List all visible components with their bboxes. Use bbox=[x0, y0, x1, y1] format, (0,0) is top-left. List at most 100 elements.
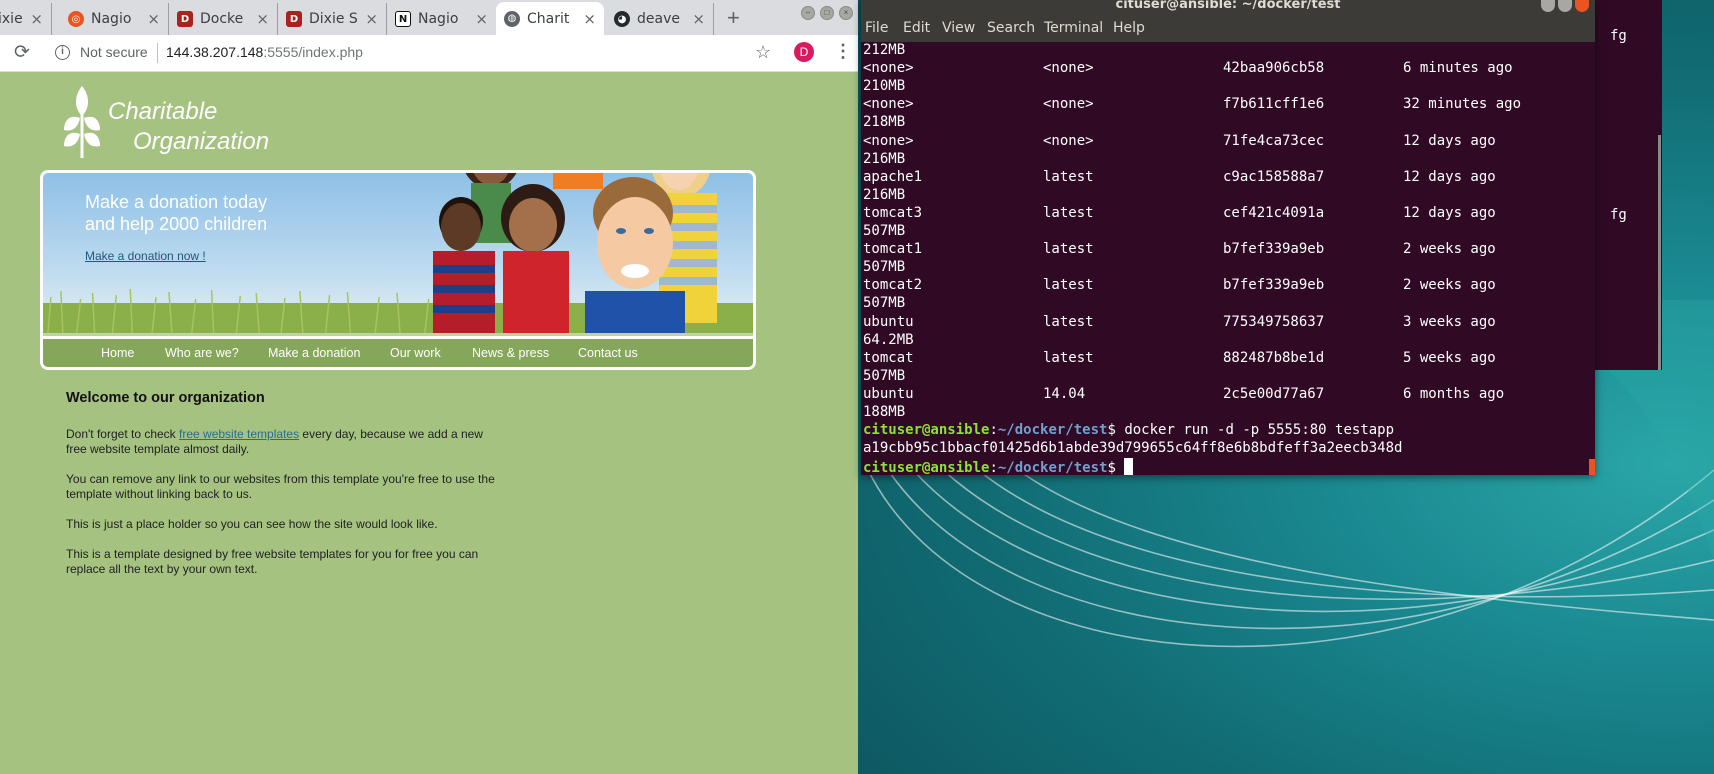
close-tab-icon[interactable]: × bbox=[692, 10, 705, 28]
browser-tab[interactable]: D Docke × bbox=[169, 3, 278, 35]
browser-tab[interactable]: ◎ Nagio × bbox=[60, 3, 169, 35]
logo-text[interactable]: Organization bbox=[133, 128, 269, 156]
prompt-path: ~/docker/test bbox=[997, 460, 1108, 477]
image-created: 6 minutes ago bbox=[1403, 60, 1513, 77]
menu-terminal[interactable]: Terminal bbox=[1044, 20, 1103, 36]
dixie-favicon-icon: D bbox=[177, 11, 193, 27]
nav-make-a-donation[interactable]: Make a donation bbox=[268, 346, 360, 360]
menu-view[interactable]: View bbox=[942, 20, 975, 36]
image-size: 507MB bbox=[863, 259, 906, 276]
nav-contact-us[interactable]: Contact us bbox=[578, 346, 638, 360]
new-tab-button[interactable]: + bbox=[727, 5, 740, 31]
url-field[interactable]: 144.38.207.148:5555/index.php bbox=[166, 44, 363, 60]
image-created: 2 weeks ago bbox=[1403, 277, 1496, 294]
terminal-text-fragment: fg bbox=[1610, 207, 1627, 223]
image-size: 218MB bbox=[863, 114, 906, 131]
terminal-output[interactable]: 212MB <none> <none> 42baa906cb58 6 minutes a… bbox=[863, 42, 1593, 477]
github-favicon-icon: ◕ bbox=[614, 11, 630, 27]
paragraph-text: Don't forget to check bbox=[66, 427, 180, 441]
image-tag: <none> bbox=[1043, 60, 1094, 77]
nav-who-are-we[interactable]: Who are we? bbox=[165, 346, 239, 360]
image-repository: <none> bbox=[863, 132, 914, 149]
tab-title: Nagio bbox=[418, 11, 459, 27]
close-tab-icon[interactable]: × bbox=[256, 10, 269, 28]
scrollbar[interactable] bbox=[1658, 135, 1661, 370]
close-window-button[interactable]: × bbox=[839, 6, 853, 20]
image-size: 507MB bbox=[863, 367, 906, 384]
image-id: b7fef339a9eb bbox=[1223, 277, 1325, 294]
menu-kebab-icon[interactable]: ⋮ bbox=[834, 41, 852, 62]
security-label[interactable]: Not secure bbox=[80, 44, 148, 60]
close-tab-icon[interactable]: × bbox=[30, 10, 43, 28]
address-bar: ⟳ i Not secure 144.38.207.148:5555/index… bbox=[0, 35, 858, 72]
container-id: a19cbb95c1bbacf01425d6b1abde39d799655c64… bbox=[863, 440, 1403, 457]
image-repository: ubuntu bbox=[863, 313, 914, 330]
nav-our-work[interactable]: Our work bbox=[390, 346, 441, 360]
logo-text[interactable]: Charitable bbox=[108, 98, 217, 126]
image-size: 188MB bbox=[863, 404, 906, 420]
image-tag: <none> bbox=[1043, 96, 1094, 113]
minimize-button[interactable]: – bbox=[801, 6, 815, 20]
menu-search[interactable]: Search bbox=[987, 20, 1035, 36]
info-icon[interactable]: i bbox=[55, 45, 70, 60]
close-tab-icon[interactable]: × bbox=[475, 10, 488, 28]
image-id: 42baa906cb58 bbox=[1223, 60, 1325, 77]
image-created: 12 days ago bbox=[1403, 204, 1496, 221]
hero-banner: Make a donation today and help 2000 chil… bbox=[40, 170, 756, 370]
browser-tab-active[interactable]: ◍ Charit × bbox=[496, 2, 604, 35]
image-created: 6 months ago bbox=[1403, 385, 1505, 402]
tab-title: ixie S bbox=[0, 11, 24, 27]
prompt-user: cituser@ansible bbox=[863, 422, 990, 439]
profile-avatar[interactable]: D bbox=[794, 42, 814, 62]
menu-edit[interactable]: Edit bbox=[903, 20, 930, 36]
tab-strip: ixie S × ◎ Nagio × D Docke × D Dixie S ×… bbox=[0, 0, 858, 35]
bookmark-star-icon[interactable]: ☆ bbox=[755, 42, 771, 63]
browser-tab[interactable]: ◕ deave × bbox=[606, 3, 714, 35]
banner-headline: and help 2000 children bbox=[85, 214, 268, 234]
paragraph: Don't forget to check free website templ… bbox=[66, 427, 506, 457]
browser-tab[interactable]: ixie S × bbox=[0, 3, 52, 35]
image-size: 507MB bbox=[863, 295, 906, 312]
image-tag: 14.04 bbox=[1043, 385, 1086, 402]
globe-favicon-icon: ◍ bbox=[504, 10, 520, 27]
free-templates-link[interactable]: free website templates bbox=[179, 427, 299, 441]
maximize-button[interactable]: □ bbox=[820, 6, 834, 20]
image-repository: <none> bbox=[863, 60, 914, 77]
tab-title: Charit bbox=[527, 10, 570, 27]
terminal-menubar: File Edit View Search Terminal Help bbox=[861, 16, 1595, 42]
terminal-window[interactable]: cituser@ansible: ~/docker/test File Edit… bbox=[861, 0, 1595, 477]
menu-help[interactable]: Help bbox=[1113, 20, 1145, 36]
donate-now-link[interactable]: Make a donation now ! bbox=[85, 249, 206, 263]
prompt-path: ~/docker/test bbox=[997, 422, 1108, 439]
image-id: 882487b8be1d bbox=[1223, 349, 1325, 366]
image-created: 12 days ago bbox=[1403, 132, 1496, 149]
reload-icon[interactable]: ⟳ bbox=[14, 41, 30, 64]
image-tag: <none> bbox=[1043, 132, 1094, 149]
image-size: 216MB bbox=[863, 186, 906, 203]
command-line: cituser@ansible:~/docker/test$ bbox=[863, 458, 1134, 477]
image-created: 32 minutes ago bbox=[1403, 96, 1522, 113]
close-tab-icon[interactable]: × bbox=[365, 10, 378, 28]
menu-file[interactable]: File bbox=[865, 20, 888, 36]
browser-window: ixie S × ◎ Nagio × D Docke × D Dixie S ×… bbox=[0, 0, 858, 774]
browser-tab[interactable]: D Dixie S × bbox=[278, 3, 387, 35]
image-size: 212MB bbox=[863, 42, 906, 58]
close-tab-icon[interactable]: × bbox=[583, 10, 596, 28]
url-host: 144.38.207.148 bbox=[166, 44, 264, 60]
nav-home[interactable]: Home bbox=[101, 346, 134, 360]
image-id: 71fe4ca73cec bbox=[1223, 132, 1325, 149]
resize-handle[interactable] bbox=[1589, 459, 1595, 475]
dixie-favicon-icon: D bbox=[286, 11, 302, 27]
close-tab-icon[interactable]: × bbox=[147, 10, 160, 28]
browser-tab[interactable]: N Nagio × bbox=[387, 3, 496, 35]
image-repository: ubuntu bbox=[863, 385, 914, 402]
prompt-separator: : bbox=[989, 460, 998, 477]
notion-favicon-icon: N bbox=[395, 11, 411, 27]
command-line: cituser@ansible:~/docker/test$ docker ru… bbox=[863, 422, 1394, 440]
nav-news-press[interactable]: News & press bbox=[472, 346, 549, 360]
tab-title: deave bbox=[637, 11, 680, 27]
paragraph: You can remove any link to our websites … bbox=[66, 472, 495, 501]
image-size: 216MB bbox=[863, 150, 906, 167]
terminal-text-fragment: fg bbox=[1610, 28, 1627, 44]
